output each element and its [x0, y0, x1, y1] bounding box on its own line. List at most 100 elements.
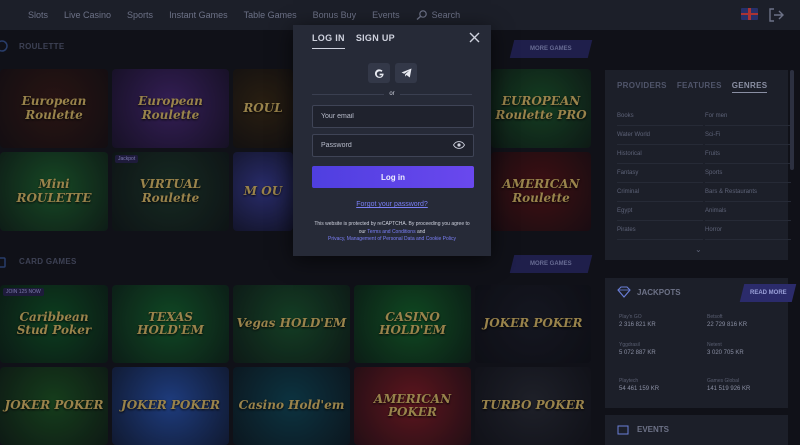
- tile-title: AMERICAN POKER: [373, 391, 452, 419]
- more-games-label: MORE GAMES: [530, 46, 572, 52]
- jackpots-panel: JACKPOTS READ MORE Play'n GO 2 316 821 KR…: [605, 278, 797, 408]
- privacy-policy-link[interactable]: Privacy, Management of Personal Data and…: [328, 236, 456, 242]
- tile-title: Casino Hold'em: [238, 398, 345, 413]
- read-more-button[interactable]: READ MORE: [739, 284, 797, 302]
- read-more-label: READ MORE: [749, 290, 787, 296]
- roulette-section-title: ROULETTE: [19, 42, 65, 51]
- genre-item-historical[interactable]: Historical: [617, 145, 703, 164]
- tab-features[interactable]: FEATURES: [677, 81, 722, 93]
- roulette-more-games-button[interactable]: MORE GAMES: [509, 40, 593, 58]
- tab-log-in[interactable]: LOG IN: [312, 33, 345, 49]
- nav-live-casino[interactable]: Live Casino: [64, 10, 111, 20]
- genre-item-for-men[interactable]: For men: [705, 107, 791, 126]
- roulette-tile-virtual-roulette[interactable]: Jackpot VIRTUAL Roulette: [112, 152, 229, 231]
- nav-table-games[interactable]: Table Games: [244, 10, 297, 20]
- jackpot-value: 3 020 705 KR: [707, 350, 744, 356]
- logout-icon[interactable]: [768, 7, 784, 23]
- nav-events[interactable]: Events: [372, 10, 400, 20]
- card-tile-casino-hold-em[interactable]: CASINO HOLD'EM: [354, 285, 471, 363]
- tile-title: TEXAS HOLD'EM: [137, 309, 204, 337]
- genre-item-water-world[interactable]: Water World: [617, 126, 703, 145]
- roulette-tile-american-roulette[interactable]: AMERICAN Roulette: [491, 152, 591, 231]
- genre-item-horror[interactable]: Horror: [705, 221, 791, 240]
- events-title: EVENTS: [637, 425, 670, 434]
- jackpot-item: Betsoft 22 729 816 KR: [707, 314, 787, 328]
- card-tile-caribbean-stud-poker[interactable]: JOIN 125 NOW Caribbean Stud Poker: [0, 285, 108, 363]
- genre-item-books[interactable]: Books: [617, 107, 703, 126]
- password-field[interactable]: [312, 134, 474, 157]
- nav-slots[interactable]: Slots: [28, 10, 48, 20]
- roulette-tile-roulette-3[interactable]: ROUL: [233, 69, 293, 148]
- genre-item-fantasy[interactable]: Fantasy: [617, 164, 703, 183]
- or-label: or: [384, 91, 400, 97]
- card-games-more-games-button[interactable]: MORE GAMES: [509, 255, 593, 273]
- card-games-section-icon: [0, 257, 6, 268]
- telegram-icon: [401, 68, 411, 78]
- card-tile-american-poker[interactable]: AMERICAN POKER: [354, 367, 471, 445]
- tab-providers[interactable]: PROVIDERS: [617, 81, 667, 93]
- card-tile-casino-hold-em-2[interactable]: Casino Hold'em: [233, 367, 350, 445]
- nav-sports[interactable]: Sports: [127, 10, 153, 20]
- eye-icon[interactable]: [453, 141, 465, 149]
- roulette-tile-european-roulette[interactable]: European Roulette: [0, 69, 108, 148]
- events-panel: EVENTS: [605, 415, 788, 445]
- tile-title: European Roulette: [21, 94, 87, 122]
- genre-item-bars-restaurants[interactable]: Bars & Restaurants: [705, 183, 791, 202]
- nav-instant-games[interactable]: Instant Games: [169, 10, 228, 20]
- genre-item-fruits[interactable]: Fruits: [705, 145, 791, 164]
- jackpot-item: Play'n GO 2 316 821 KR: [619, 314, 699, 328]
- terms-link[interactable]: Terms and Conditions: [367, 229, 415, 235]
- card-tile-vegas-hold-em[interactable]: Vegas HOLD'EM: [233, 285, 350, 363]
- scrollbar[interactable]: [790, 70, 794, 170]
- tab-sign-up[interactable]: SIGN UP: [356, 33, 395, 49]
- genre-item-pirates[interactable]: Pirates: [617, 221, 703, 240]
- roulette-tile-mini-roulette[interactable]: Mini ROULETTE: [0, 152, 108, 231]
- tile-title: JOKER POKER: [483, 316, 583, 331]
- card-tile-joker-poker-3[interactable]: JOKER POKER: [112, 367, 229, 445]
- genre-item-egypt[interactable]: Egypt: [617, 202, 703, 221]
- tile-title: CASINO HOLD'EM: [379, 309, 446, 337]
- diamond-icon: [617, 286, 631, 298]
- log-in-button[interactable]: Log in: [312, 166, 474, 188]
- jackpot-value: 2 316 821 KR: [619, 322, 656, 328]
- nav-bonus-buy[interactable]: Bonus Buy: [313, 10, 357, 20]
- telegram-login-button[interactable]: [395, 63, 417, 83]
- nav-search[interactable]: Search: [416, 10, 460, 20]
- genre-item-sports[interactable]: Sports: [705, 164, 791, 183]
- card-tile-turbo-poker[interactable]: TURBO POKER: [475, 367, 591, 445]
- google-icon: [374, 68, 384, 78]
- genre-filter-panel: PROVIDERS FEATURES GENRES Books For men Wa…: [605, 70, 791, 260]
- more-games-label: MORE GAMES: [530, 261, 572, 267]
- legal-and: and: [415, 228, 426, 235]
- jackpot-value: 54 461 159 KR: [619, 386, 660, 392]
- roulette-tile-roulette-7[interactable]: M OU: [233, 152, 293, 231]
- tile-badge: Jackpot: [115, 155, 139, 163]
- jackpot-item: Netent 3 020 705 KR: [707, 342, 787, 356]
- genre-item-animals[interactable]: Animals: [705, 202, 791, 221]
- card-tile-joker-poker[interactable]: JOKER POKER: [475, 285, 591, 363]
- tile-title: ROUL: [243, 100, 283, 115]
- roulette-tile-european-roulette-2[interactable]: European Roulette: [112, 69, 229, 148]
- tile-title: European Roulette: [138, 94, 203, 122]
- tile-title: M OU: [243, 183, 283, 198]
- google-login-button[interactable]: [368, 63, 390, 83]
- genre-item-sci-fi[interactable]: Sci-Fi: [705, 126, 791, 145]
- jackpot-value: 141 519 926 KR: [707, 386, 751, 392]
- chevron-down-icon[interactable]: ⌄: [695, 245, 702, 254]
- jackpot-item: Playtech 54 461 159 KR: [619, 378, 699, 392]
- tab-genres[interactable]: GENRES: [731, 81, 768, 93]
- card-games-section-title: CARD GAMES: [19, 257, 77, 266]
- email-field[interactable]: [312, 105, 474, 128]
- tile-title: EUROPEAN Roulette PRO: [495, 94, 587, 122]
- jackpot-item: Yggdrasil 5 072 887 KR: [619, 342, 699, 356]
- jackpot-value: 5 072 887 KR: [619, 350, 656, 356]
- card-tile-joker-poker-2[interactable]: JOKER POKER: [0, 367, 108, 445]
- uk-flag-icon[interactable]: [741, 8, 758, 20]
- genre-item-criminal[interactable]: Criminal: [617, 183, 703, 202]
- roulette-tile-european-roulette-pro[interactable]: EUROPEAN Roulette PRO: [491, 69, 591, 148]
- card-tile-texas-hold-em[interactable]: TEXAS HOLD'EM: [112, 285, 229, 363]
- login-modal: LOG IN SIGN UP or Log in Forgot your pas…: [293, 25, 491, 256]
- close-icon[interactable]: [469, 32, 480, 43]
- jackpot-provider: Yggdrasil: [619, 342, 640, 348]
- forgot-password-link[interactable]: Forgot your password?: [293, 201, 491, 208]
